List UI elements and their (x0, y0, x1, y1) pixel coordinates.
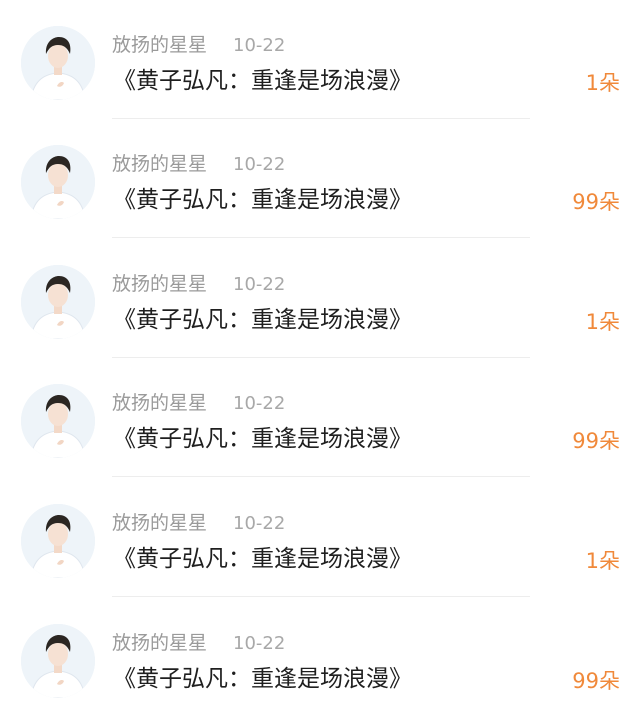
username[interactable]: 放扬的星星 (112, 33, 207, 57)
gift-title[interactable]: 《黄子弘凡：重逢是场浪漫》 (113, 66, 412, 96)
gift-count: 99朵 (572, 429, 620, 453)
user-avatar-icon (21, 26, 95, 100)
gift-count: 99朵 (572, 190, 620, 214)
timestamp: 10-22 (233, 633, 286, 654)
divider (112, 237, 530, 238)
user-avatar-icon (21, 384, 95, 458)
username[interactable]: 放扬的星星 (112, 152, 207, 176)
gift-count: 1朵 (585, 71, 620, 95)
timestamp: 10-22 (233, 35, 286, 56)
gift-count: 1朵 (585, 310, 620, 334)
username[interactable]: 放扬的星星 (112, 391, 207, 415)
gift-record-list: 放扬的星星 10-22 《黄子弘凡：重逢是场浪漫》 1朵 放扬的星星 10-22… (0, 0, 640, 726)
gift-title[interactable]: 《黄子弘凡：重逢是场浪漫》 (113, 544, 412, 574)
gift-count: 1朵 (585, 549, 620, 573)
user-avatar-icon (21, 504, 95, 578)
username[interactable]: 放扬的星星 (112, 272, 207, 296)
divider (112, 476, 530, 477)
avatar[interactable] (21, 384, 95, 458)
gift-title[interactable]: 《黄子弘凡：重逢是场浪漫》 (113, 185, 412, 215)
username[interactable]: 放扬的星星 (112, 631, 207, 655)
avatar[interactable] (21, 145, 95, 219)
timestamp: 10-22 (233, 513, 286, 534)
user-avatar-icon (21, 265, 95, 339)
gift-count: 99朵 (572, 669, 620, 693)
user-avatar-icon (21, 145, 95, 219)
avatar[interactable] (21, 26, 95, 100)
timestamp: 10-22 (233, 274, 286, 295)
list-item[interactable]: 放扬的星星 10-22 《黄子弘凡：重逢是场浪漫》 99朵 (0, 358, 640, 477)
gift-title[interactable]: 《黄子弘凡：重逢是场浪漫》 (113, 664, 412, 694)
list-item[interactable]: 放扬的星星 10-22 《黄子弘凡：重逢是场浪漫》 99朵 (0, 119, 640, 238)
user-avatar-icon (21, 624, 95, 698)
username[interactable]: 放扬的星星 (112, 511, 207, 535)
timestamp: 10-22 (233, 154, 286, 175)
timestamp: 10-22 (233, 393, 286, 414)
avatar[interactable] (21, 624, 95, 698)
list-item[interactable]: 放扬的星星 10-22 《黄子弘凡：重逢是场浪漫》 99朵 (0, 598, 640, 717)
list-item[interactable]: 放扬的星星 10-22 《黄子弘凡：重逢是场浪漫》 1朵 (0, 239, 640, 358)
avatar[interactable] (21, 504, 95, 578)
gift-title[interactable]: 《黄子弘凡：重逢是场浪漫》 (113, 424, 412, 454)
divider (112, 596, 530, 597)
list-item[interactable]: 放扬的星星 10-22 《黄子弘凡：重逢是场浪漫》 1朵 (0, 0, 640, 119)
list-item[interactable]: 放扬的星星 10-22 《黄子弘凡：重逢是场浪漫》 1朵 (0, 478, 640, 597)
gift-title[interactable]: 《黄子弘凡：重逢是场浪漫》 (113, 305, 412, 335)
avatar[interactable] (21, 265, 95, 339)
